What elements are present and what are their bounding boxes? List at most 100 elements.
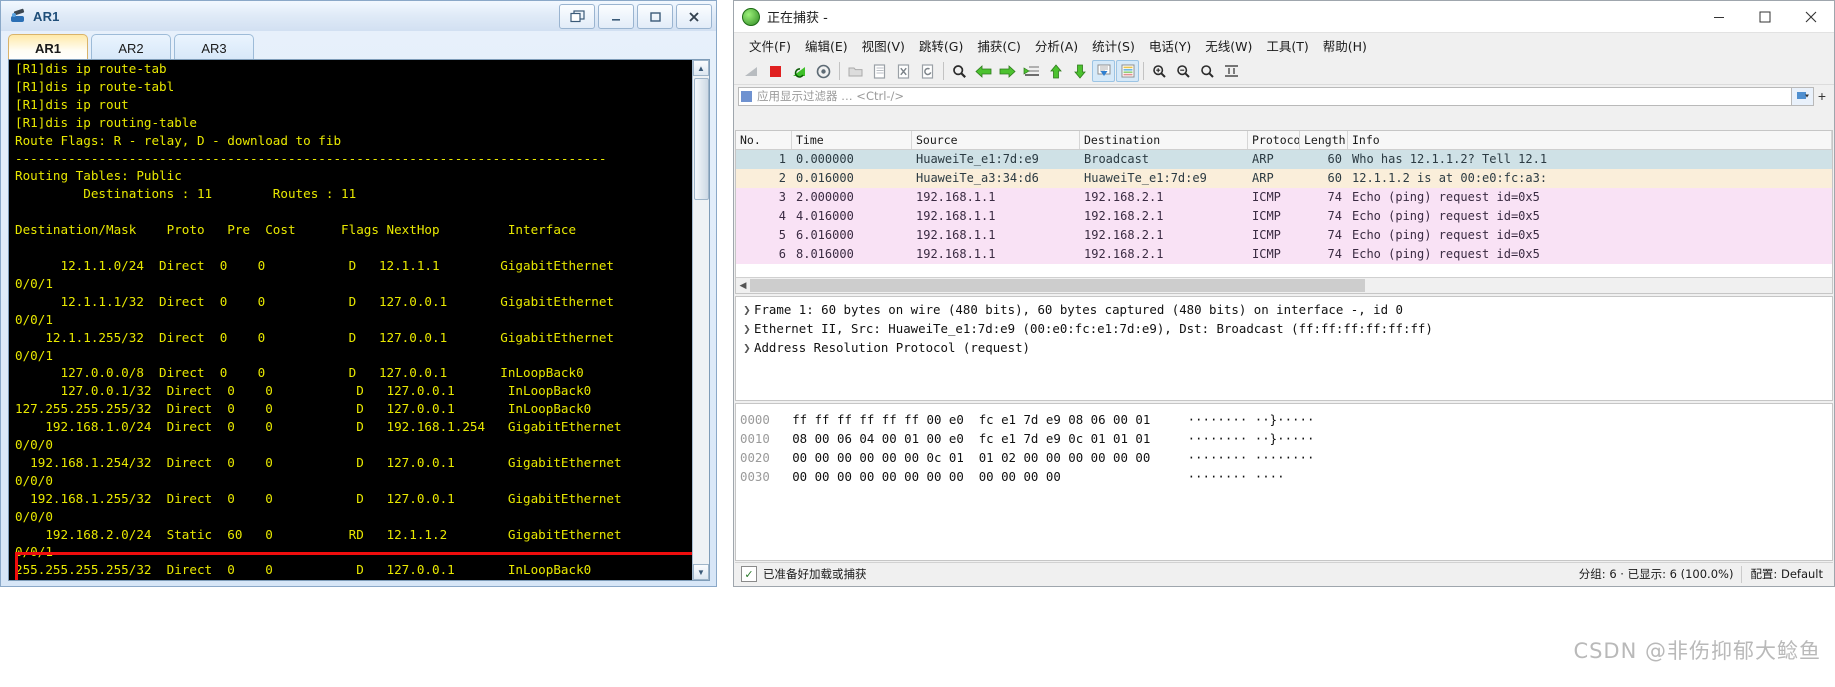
save-file-icon[interactable] — [868, 60, 891, 82]
cell-protocol: ICMP — [1252, 190, 1281, 204]
menu-go[interactable]: 跳转(G) — [912, 33, 970, 58]
menu-help[interactable]: 帮助(H) — [1316, 33, 1374, 58]
scrollbar-thumb[interactable] — [694, 78, 709, 200]
detail-row-frame[interactable]: ❯ Frame 1: 60 bytes on wire (480 bits), … — [740, 300, 1832, 319]
go-back-icon[interactable] — [972, 60, 995, 82]
cell-protocol: ICMP — [1252, 228, 1281, 242]
menu-tools[interactable]: 工具(T) — [1259, 33, 1315, 58]
tab-ar3[interactable]: AR3 — [174, 34, 254, 61]
colorize-icon[interactable] — [1116, 60, 1139, 82]
cli-terminal[interactable]: [R1]dis ip route-tab [R1]dis ip route-ta… — [8, 59, 710, 581]
close-button[interactable] — [676, 4, 712, 29]
menu-edit[interactable]: 编辑(E) — [798, 33, 855, 58]
minimize-button[interactable] — [1696, 1, 1742, 33]
table-row[interactable]: 2 0.016000 HuaweiTe_a3:34:d6 HuaweiTe_e1:7… — [736, 169, 1832, 188]
open-file-icon[interactable] — [844, 60, 867, 82]
start-capture-icon[interactable] — [740, 60, 763, 82]
tab-ar1[interactable]: AR1 — [8, 34, 88, 61]
cell-no: 5 — [778, 228, 786, 242]
go-first-icon[interactable] — [1044, 60, 1067, 82]
status-profile-text[interactable]: 配置: Default — [1750, 566, 1833, 582]
cell-protocol: ARP — [1252, 152, 1274, 166]
scrollbar-thumb[interactable] — [750, 279, 1365, 292]
detail-frame-text: Frame 1: 60 bytes on wire (480 bits), 60… — [754, 302, 1404, 317]
close-button[interactable] — [1788, 1, 1834, 33]
wireshark-title-bar: 正在捕获 - — [734, 1, 1834, 33]
packet-list[interactable]: No. Time Source Destination Protocol Len… — [735, 130, 1833, 294]
zoom-reset-icon[interactable] — [1196, 60, 1219, 82]
column-header-length[interactable]: Length — [1300, 131, 1348, 149]
menu-statistics[interactable]: 统计(S) — [1085, 33, 1142, 58]
cell-time: 0.016000 — [796, 171, 854, 185]
bookmark-icon[interactable] — [741, 90, 752, 102]
display-filter-input[interactable]: 应用显示过滤器 … <Ctrl-/> — [738, 86, 1792, 106]
hex-offset: 0000 — [740, 412, 770, 427]
go-forward-icon[interactable] — [996, 60, 1019, 82]
cell-no: 4 — [778, 209, 786, 223]
menu-wireless[interactable]: 无线(W) — [1198, 33, 1259, 58]
hex-offset: 0020 — [740, 450, 770, 465]
minimize-button[interactable] — [598, 4, 634, 29]
wireshark-status-bar: ✓ 已准备好加载或捕获 分组: 6 · 已显示: 6 (100.0%) 配置: … — [735, 562, 1833, 585]
cell-length: 74 — [1327, 247, 1342, 261]
plus-icon[interactable]: + — [1814, 86, 1830, 106]
menu-telephony[interactable]: 电话(Y) — [1142, 33, 1198, 58]
column-header-source[interactable]: Source — [912, 131, 1080, 149]
column-header-protocol[interactable]: Protocol — [1248, 131, 1300, 149]
go-last-icon[interactable] — [1068, 60, 1091, 82]
table-row[interactable]: 1 0.000000 HuaweiTe_e1:7d:e9 Broadcast ARP 6… — [736, 150, 1832, 169]
scroll-left-button[interactable]: ◀ — [736, 278, 750, 293]
hex-dump-line: 0030 00 00 00 00 00 00 00 00 00 00 00 00… — [740, 467, 1832, 486]
scroll-down-button[interactable]: ▼ — [693, 564, 709, 580]
terminal-scrollbar[interactable]: ▲ ▼ — [692, 60, 709, 580]
cell-info: Who has 12.1.1.2? Tell 12.1 — [1352, 152, 1548, 166]
zoom-in-icon[interactable] — [1148, 60, 1171, 82]
table-row[interactable]: 5 6.016000 192.168.1.1 192.168.2.1 ICMP 74 Ec… — [736, 226, 1832, 245]
column-header-time[interactable]: Time — [792, 131, 912, 149]
cell-info: Echo (ping) request id=0x5 — [1352, 247, 1540, 261]
capture-options-icon[interactable] — [812, 60, 835, 82]
column-header-destination[interactable]: Destination — [1080, 131, 1248, 149]
cell-source: 192.168.1.1 — [916, 209, 996, 223]
scroll-up-button[interactable]: ▲ — [693, 60, 709, 76]
expand-arrow-icon[interactable]: ❯ — [740, 319, 754, 338]
ready-icon[interactable]: ✓ — [741, 566, 757, 582]
go-to-packet-icon[interactable] — [1020, 60, 1043, 82]
hex-ascii: ········ ········ — [1165, 450, 1315, 465]
column-header-info[interactable]: Info — [1348, 131, 1832, 149]
cell-length: 74 — [1327, 228, 1342, 242]
table-row[interactable]: 6 8.016000 192.168.1.1 192.168.2.1 ICMP 74 Ec… — [736, 245, 1832, 264]
menu-view[interactable]: 视图(V) — [855, 33, 912, 58]
filter-dropdown-button[interactable] — [1792, 86, 1814, 106]
cell-source: 192.168.1.1 — [916, 190, 996, 204]
display-filter-bar: 应用显示过滤器 … <Ctrl-/> + — [734, 85, 1834, 107]
restart-capture-icon[interactable] — [788, 60, 811, 82]
expand-arrow-icon[interactable]: ❯ — [740, 300, 754, 319]
table-row[interactable]: 4 4.016000 192.168.1.1 192.168.2.1 ICMP 74 Ec… — [736, 207, 1832, 226]
resize-columns-icon[interactable] — [1220, 60, 1243, 82]
menu-file[interactable]: 文件(F) — [742, 33, 798, 58]
expand-arrow-icon[interactable]: ❯ — [740, 338, 754, 357]
wireshark-menu-bar: 文件(F) 编辑(E) 视图(V) 跳转(G) 捕获(C) 分析(A) 统计(S… — [734, 33, 1834, 58]
reload-icon[interactable] — [916, 60, 939, 82]
maximize-button[interactable] — [1742, 1, 1788, 33]
tab-ar2[interactable]: AR2 — [91, 34, 171, 61]
packet-list-horizontal-scrollbar[interactable]: ◀ — [736, 277, 1832, 293]
detail-row-ethernet[interactable]: ❯ Ethernet II, Src: HuaweiTe_e1:7d:e9 (0… — [740, 319, 1832, 338]
menu-capture[interactable]: 捕获(C) — [970, 33, 1027, 58]
zoom-out-icon[interactable] — [1172, 60, 1195, 82]
close-file-icon[interactable] — [892, 60, 915, 82]
find-packet-icon[interactable] — [948, 60, 971, 82]
autoscroll-icon[interactable] — [1092, 60, 1115, 82]
stop-capture-icon[interactable] — [764, 60, 787, 82]
table-row[interactable]: 3 2.000000 192.168.1.1 192.168.2.1 ICMP 74 Ec… — [736, 188, 1832, 207]
restore-button[interactable] — [559, 4, 595, 29]
maximize-button[interactable] — [637, 4, 673, 29]
hex-bytes: 00 00 00 00 00 00 0c 01 01 02 00 00 00 0… — [769, 450, 1166, 465]
packet-bytes-pane[interactable]: 0000 ff ff ff ff ff ff 00 e0 fc e1 7d e9… — [735, 403, 1833, 561]
cell-destination: 192.168.2.1 — [1084, 228, 1164, 242]
detail-row-arp[interactable]: ❯ Address Resolution Protocol (request) — [740, 338, 1832, 357]
menu-analyze[interactable]: 分析(A) — [1028, 33, 1085, 58]
packet-details-pane[interactable]: ❯ Frame 1: 60 bytes on wire (480 bits), … — [735, 296, 1833, 401]
column-header-no[interactable]: No. — [736, 131, 792, 149]
